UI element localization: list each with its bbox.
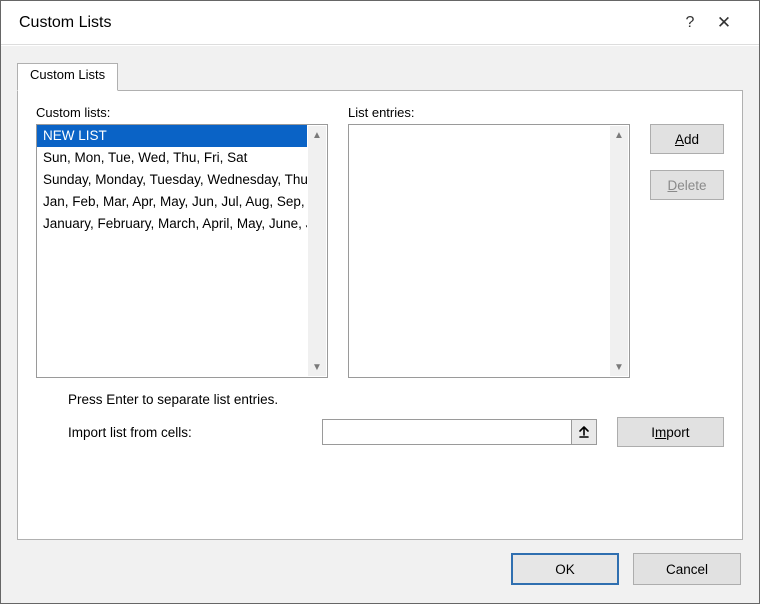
scroll-down-icon[interactable]: ▼ [308,358,326,376]
ok-button[interactable]: OK [511,553,619,585]
dialog-custom-lists: Custom Lists ? ✕ Custom Lists Custom lis… [0,0,760,604]
custom-lists-column: Custom lists: NEW LISTSun, Mon, Tue, Wed… [36,105,328,378]
list-entries-textarea[interactable]: ▲ ▼ [348,124,630,378]
list-item[interactable]: Jan, Feb, Mar, Apr, May, Jun, Jul, Aug, … [37,191,307,213]
tabpanel-custom-lists: Custom lists: NEW LISTSun, Mon, Tue, Wed… [17,90,743,540]
dialog-body: Custom Lists Custom lists: NEW LISTSun, … [1,46,759,603]
hint-text: Press Enter to separate list entries. [68,392,724,407]
custom-lists-items: NEW LISTSun, Mon, Tue, Wed, Thu, Fri, Sa… [37,125,307,377]
help-icon[interactable]: ? [673,14,707,32]
delete-button[interactable]: Delete [650,170,724,200]
list-entries-label: List entries: [348,105,630,120]
list-item[interactable]: Sunday, Monday, Tuesday, Wednesday, Thur… [37,169,307,191]
scrollbar[interactable]: ▲ ▼ [610,126,628,376]
titlebar: Custom Lists ? ✕ [1,1,759,45]
import-range-input[interactable] [322,419,571,445]
list-entries-column: List entries: ▲ ▼ [348,105,630,378]
dialog-footer: OK Cancel [511,553,741,585]
list-entries-content [349,125,609,377]
close-icon[interactable]: ✕ [707,13,741,33]
window-title: Custom Lists [19,14,673,32]
scroll-up-icon[interactable]: ▲ [610,126,628,144]
scrollbar[interactable]: ▲ ▼ [308,126,326,376]
scroll-down-icon[interactable]: ▼ [610,358,628,376]
add-button[interactable]: Add [650,124,724,154]
tab-custom-lists[interactable]: Custom Lists [17,63,118,91]
import-range-field [322,419,597,445]
list-item[interactable]: NEW LIST [37,125,307,147]
range-picker-icon[interactable] [571,419,597,445]
tabstrip: Custom Lists [17,62,743,90]
scroll-up-icon[interactable]: ▲ [308,126,326,144]
list-item[interactable]: January, February, March, April, May, Ju… [37,213,307,235]
cancel-button[interactable]: Cancel [633,553,741,585]
custom-lists-listbox[interactable]: NEW LISTSun, Mon, Tue, Wed, Thu, Fri, Sa… [36,124,328,378]
import-row: Import list from cells: Import [36,417,724,447]
custom-lists-label: Custom lists: [36,105,328,120]
actions-column: Add Delete [650,105,724,378]
import-button[interactable]: Import [617,417,724,447]
import-from-cells-label: Import list from cells: [68,425,322,440]
list-item[interactable]: Sun, Mon, Tue, Wed, Thu, Fri, Sat [37,147,307,169]
